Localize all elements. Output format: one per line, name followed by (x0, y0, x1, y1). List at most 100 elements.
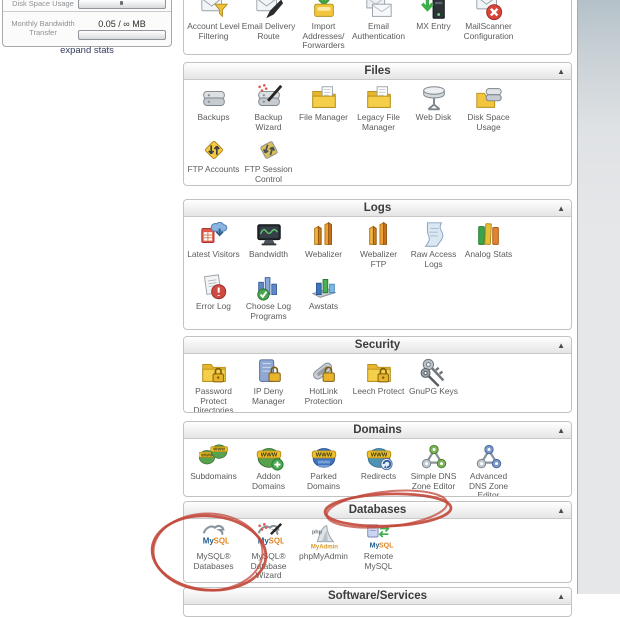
app-item-ftp-accounts[interactable]: FTP Accounts (186, 135, 241, 184)
app-item-mysql-database-wizard[interactable]: My SQL MySQL® Database Wizard (241, 522, 296, 581)
analog-stats-icon (474, 220, 504, 250)
section-title: Security (354, 339, 401, 351)
disk-space-usage-label: Disk Space Usage (12, 0, 74, 9)
app-item-ip-deny-manager[interactable]: IP Deny Manager (241, 357, 296, 412)
webalizer-icon (309, 220, 339, 250)
collapse-arrow-icon[interactable]: ▲ (557, 337, 565, 354)
app-item-mx-entry[interactable]: MX Entry (406, 0, 461, 51)
section-header-security[interactable]: Security ▲ (184, 337, 571, 354)
app-item-label: Email Authentication (351, 21, 406, 41)
bandwidth-transfer-value: 0.05 / ∞ MB (98, 18, 146, 29)
collapse-arrow-icon[interactable]: ▲ (557, 502, 565, 519)
file-manager-icon (309, 83, 339, 113)
password-protect-directories-icon (199, 357, 229, 387)
app-item-label: Latest Visitors (187, 249, 240, 259)
app-item-email-delivery-route[interactable]: Email Delivery Route (241, 0, 296, 51)
app-item-error-log[interactable]: Error Log (186, 272, 241, 321)
raw-access-logs-icon (419, 220, 449, 250)
mysql-database-wizard-icon: My SQL (254, 522, 285, 552)
app-item-account-level-filtering[interactable]: Account Level Filtering (186, 0, 241, 51)
app-item-ftp-session-control[interactable]: FTP Session Control (241, 135, 296, 184)
awstats-icon (309, 272, 339, 302)
svg-text:MyAdmin: MyAdmin (310, 544, 337, 550)
app-item-parked-domains[interactable]: WWW WWW WWW Parked Domains (296, 442, 351, 496)
app-item-addon-domains[interactable]: WWW Addon Domains (241, 442, 296, 496)
collapse-arrow-icon[interactable]: ▲ (557, 588, 565, 605)
collapse-arrow-icon[interactable]: ▲ (557, 63, 565, 80)
app-item-label: Email Delivery Route (241, 21, 296, 41)
collapse-arrow-icon[interactable]: ▲ (557, 200, 565, 217)
app-item-choose-log-programs[interactable]: Choose Log Programs (241, 272, 296, 321)
section-items-security: Password Protect Directories IP Deny Mana… (184, 354, 571, 413)
app-item-label: Raw Access Logs (410, 249, 457, 269)
app-item-mailscanner-configuration[interactable]: MailScanner Configuration (461, 0, 516, 51)
section-header-logs[interactable]: Logs ▲ (184, 200, 571, 217)
app-item-label: Backups (197, 112, 230, 122)
svg-text:SQL: SQL (379, 542, 394, 549)
app-item-subdomains[interactable]: WWW WWW Subdomains (186, 442, 241, 496)
app-item-gnupg-keys[interactable]: GnuPG Keys (406, 357, 461, 412)
page-right-gutter[interactable] (577, 0, 620, 594)
app-item-bandwidth[interactable]: Bandwidth (241, 220, 296, 269)
app-item-advanced-dns-zone-editor[interactable]: Advanced DNS Zone Editor (461, 442, 516, 496)
account-level-filtering-icon (199, 0, 229, 22)
stat-row-disk-space: Disk Space Usage (3, 0, 171, 11)
app-item-label: Password Protect Directories (193, 386, 234, 413)
app-item-label: Awstats (308, 301, 339, 312)
section-panel-security: Security ▲ Password Protect Directories IP … (183, 336, 572, 413)
app-item-remote-mysql[interactable]: My SQL Remote MySQL (351, 522, 406, 581)
app-item-backup-wizard[interactable]: Backup Wizard (241, 83, 296, 132)
app-item-backups[interactable]: Backups (186, 83, 241, 132)
app-item-mysql-databases[interactable]: My SQL MySQL® Databases (186, 522, 241, 581)
bandwidth-icon (254, 220, 284, 250)
app-item-leech-protect[interactable]: Leech Protect (351, 357, 406, 412)
app-item-legacy-file-manager[interactable]: Legacy File Manager (351, 83, 406, 132)
expand-stats-link[interactable]: expand stats (2, 45, 172, 56)
app-item-disk-space-usage[interactable]: Disk Space Usage (461, 83, 516, 132)
backups-icon (199, 83, 229, 113)
simple-dns-zone-editor-icon (419, 442, 449, 472)
app-item-raw-access-logs[interactable]: Raw Access Logs (406, 220, 461, 269)
section-panel-mail-partial: Account Level Filtering Email Delivery Ro… (183, 0, 572, 55)
section-items-domains: WWW WWW Subdomains WWW Addon Domains WWW WWW WW… (184, 439, 571, 496)
svg-text:WWW: WWW (318, 464, 330, 469)
app-item-label: Error Log (196, 301, 231, 312)
section-items-mail-partial: Account Level Filtering Email Delivery Ro… (184, 0, 571, 54)
app-item-label: Bandwidth (248, 249, 289, 259)
section-header-domains[interactable]: Domains ▲ (184, 422, 571, 439)
mysql-databases-icon: My SQL (199, 522, 230, 552)
app-item-awstats[interactable]: Awstats (296, 272, 351, 321)
app-item-label: Backup Wizard (254, 112, 283, 132)
bandwidth-transfer-label: Monthly Bandwidth Transfer (11, 19, 75, 37)
app-item-label: Webalizer FTP (359, 249, 398, 269)
email-delivery-route-icon (254, 0, 284, 22)
app-item-analog-stats[interactable]: Analog Stats (461, 220, 516, 269)
app-item-import-addresses-forwarders[interactable]: Import Addresses/ Forwarders (296, 0, 351, 51)
app-item-web-disk[interactable]: Web Disk (406, 83, 461, 132)
app-item-webalizer[interactable]: Webalizer (296, 220, 351, 269)
app-item-label: MX Entry (416, 21, 451, 31)
mailscanner-configuration-icon (474, 0, 504, 22)
app-item-email-authentication[interactable]: Email Authentication (351, 0, 406, 51)
app-item-label: Import Addresses/ Forwarders (302, 21, 345, 51)
section-header-databases[interactable]: Databases ▲ (184, 502, 571, 519)
app-item-simple-dns-zone-editor[interactable]: Simple DNS Zone Editor (406, 442, 461, 496)
app-item-label: FTP Session Control (244, 164, 293, 184)
app-item-phpmyadmin[interactable]: php MyAdmin phpMyAdmin (296, 522, 351, 581)
section-panel-files: Files ▲ Backups Backup Wizard File Manager Le… (183, 62, 572, 186)
collapse-arrow-icon[interactable]: ▲ (557, 422, 565, 439)
app-item-file-manager[interactable]: File Manager (296, 83, 351, 132)
app-item-webalizer-ftp[interactable]: Webalizer FTP (351, 220, 406, 269)
app-item-password-protect-directories[interactable]: Password Protect Directories (186, 357, 241, 413)
cpanel-page: { "theme": { "annotation_red": "#c2473a"… (0, 0, 620, 617)
section-header-software[interactable]: Software/Services ▲ (184, 588, 571, 605)
ftp-accounts-icon (199, 135, 229, 165)
app-item-hotlink-protection[interactable]: HotLink Protection (296, 357, 351, 412)
legacy-file-manager-icon (364, 83, 394, 113)
section-title: Software/Services (327, 590, 428, 602)
app-item-latest-visitors[interactable]: Latest Visitors (186, 220, 241, 269)
app-item-redirects[interactable]: WWW Redirects (351, 442, 406, 496)
section-items-logs: Latest Visitors Bandwidth Webalizer Webaliz… (184, 217, 571, 326)
section-header-files[interactable]: Files ▲ (184, 63, 571, 80)
svg-text:WWW: WWW (213, 447, 225, 452)
